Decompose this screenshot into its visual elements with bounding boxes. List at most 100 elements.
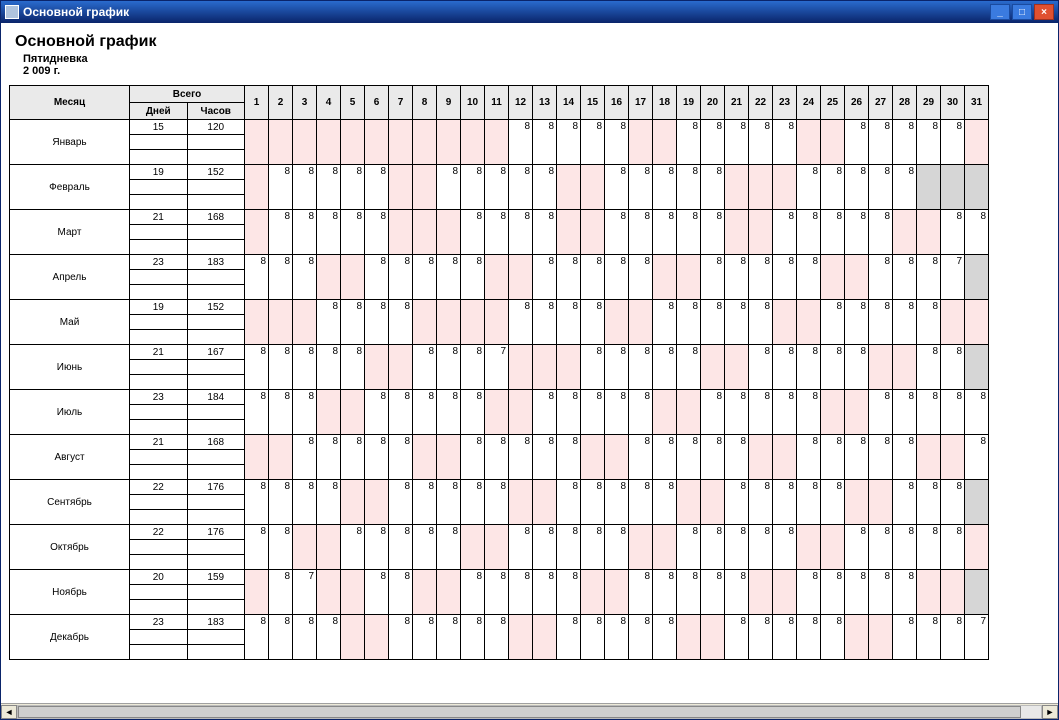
day-cell[interactable] (677, 480, 701, 525)
day-cell[interactable] (821, 525, 845, 570)
day-cell[interactable]: 8 (341, 345, 365, 390)
day-cell[interactable] (773, 435, 797, 480)
day-cell[interactable]: 8 (773, 210, 797, 255)
day-cell[interactable]: 8 (821, 345, 845, 390)
day-cell[interactable]: 8 (389, 570, 413, 615)
day-cell[interactable]: 8 (677, 435, 701, 480)
day-cell[interactable] (557, 165, 581, 210)
day-cell[interactable]: 8 (941, 345, 965, 390)
day-cell[interactable]: 8 (437, 525, 461, 570)
day-cell[interactable]: 8 (245, 480, 269, 525)
day-cell[interactable]: 8 (725, 525, 749, 570)
day-cell[interactable]: 8 (461, 345, 485, 390)
day-cell[interactable]: 8 (509, 300, 533, 345)
day-cell[interactable]: 8 (797, 390, 821, 435)
day-cell[interactable]: 8 (797, 210, 821, 255)
day-cell[interactable]: 8 (533, 570, 557, 615)
day-cell[interactable]: 8 (413, 615, 437, 660)
day-cell[interactable]: 8 (437, 615, 461, 660)
day-cell[interactable] (605, 435, 629, 480)
day-cell[interactable] (941, 165, 965, 210)
day-cell[interactable]: 8 (269, 615, 293, 660)
day-cell[interactable]: 8 (773, 390, 797, 435)
day-cell[interactable] (245, 435, 269, 480)
day-cell[interactable] (581, 570, 605, 615)
day-cell[interactable]: 8 (797, 570, 821, 615)
day-cell[interactable] (533, 345, 557, 390)
day-cell[interactable]: 8 (701, 165, 725, 210)
day-cell[interactable]: 8 (341, 300, 365, 345)
day-cell[interactable]: 8 (677, 570, 701, 615)
day-cell[interactable]: 8 (605, 525, 629, 570)
day-cell[interactable]: 8 (533, 120, 557, 165)
day-cell[interactable] (917, 435, 941, 480)
day-cell[interactable]: 8 (293, 210, 317, 255)
day-cell[interactable] (317, 570, 341, 615)
day-cell[interactable]: 8 (581, 255, 605, 300)
day-cell[interactable]: 8 (653, 300, 677, 345)
day-cell[interactable]: 8 (581, 480, 605, 525)
day-cell[interactable] (341, 570, 365, 615)
day-cell[interactable]: 8 (941, 120, 965, 165)
day-cell[interactable]: 8 (533, 255, 557, 300)
day-cell[interactable]: 8 (965, 435, 989, 480)
day-cell[interactable] (437, 120, 461, 165)
day-cell[interactable]: 8 (773, 615, 797, 660)
day-cell[interactable] (317, 390, 341, 435)
day-cell[interactable]: 8 (581, 390, 605, 435)
day-cell[interactable]: 8 (821, 480, 845, 525)
day-cell[interactable] (845, 615, 869, 660)
day-cell[interactable]: 8 (653, 615, 677, 660)
day-cell[interactable]: 8 (821, 210, 845, 255)
day-cell[interactable] (365, 615, 389, 660)
day-cell[interactable] (293, 525, 317, 570)
day-cell[interactable]: 8 (245, 255, 269, 300)
day-cell[interactable] (437, 435, 461, 480)
day-cell[interactable] (629, 525, 653, 570)
day-cell[interactable]: 8 (797, 165, 821, 210)
scroll-left-arrow[interactable]: ◄ (1, 705, 17, 719)
day-cell[interactable] (725, 345, 749, 390)
day-cell[interactable] (485, 120, 509, 165)
day-cell[interactable] (965, 480, 989, 525)
day-cell[interactable]: 8 (869, 120, 893, 165)
day-cell[interactable] (437, 570, 461, 615)
day-cell[interactable] (269, 435, 293, 480)
day-cell[interactable]: 8 (749, 525, 773, 570)
day-cell[interactable]: 8 (437, 345, 461, 390)
day-cell[interactable]: 8 (557, 120, 581, 165)
day-cell[interactable] (413, 165, 437, 210)
day-cell[interactable]: 8 (869, 525, 893, 570)
day-cell[interactable]: 8 (581, 120, 605, 165)
day-cell[interactable]: 8 (725, 615, 749, 660)
day-cell[interactable]: 8 (365, 210, 389, 255)
day-cell[interactable]: 8 (917, 525, 941, 570)
day-cell[interactable] (341, 390, 365, 435)
day-cell[interactable]: 8 (701, 570, 725, 615)
day-cell[interactable] (413, 435, 437, 480)
day-cell[interactable]: 8 (269, 480, 293, 525)
day-cell[interactable]: 8 (365, 435, 389, 480)
day-cell[interactable]: 8 (893, 120, 917, 165)
day-cell[interactable]: 8 (437, 165, 461, 210)
titlebar[interactable]: Основной график _ □ × (1, 1, 1058, 23)
day-cell[interactable] (869, 345, 893, 390)
day-cell[interactable] (269, 120, 293, 165)
day-cell[interactable]: 8 (677, 210, 701, 255)
day-cell[interactable]: 8 (893, 255, 917, 300)
day-cell[interactable] (485, 255, 509, 300)
day-cell[interactable]: 8 (389, 480, 413, 525)
day-cell[interactable] (653, 120, 677, 165)
day-cell[interactable] (245, 210, 269, 255)
day-cell[interactable]: 8 (845, 210, 869, 255)
day-cell[interactable]: 8 (677, 525, 701, 570)
day-cell[interactable]: 8 (821, 165, 845, 210)
day-cell[interactable]: 8 (869, 165, 893, 210)
schedule-table[interactable]: Месяц Всего 1234567891011121314151617181… (9, 85, 989, 660)
day-cell[interactable]: 8 (509, 165, 533, 210)
day-cell[interactable]: 7 (941, 255, 965, 300)
day-cell[interactable]: 8 (653, 435, 677, 480)
day-cell[interactable]: 8 (629, 435, 653, 480)
day-cell[interactable] (509, 390, 533, 435)
day-cell[interactable]: 8 (485, 435, 509, 480)
